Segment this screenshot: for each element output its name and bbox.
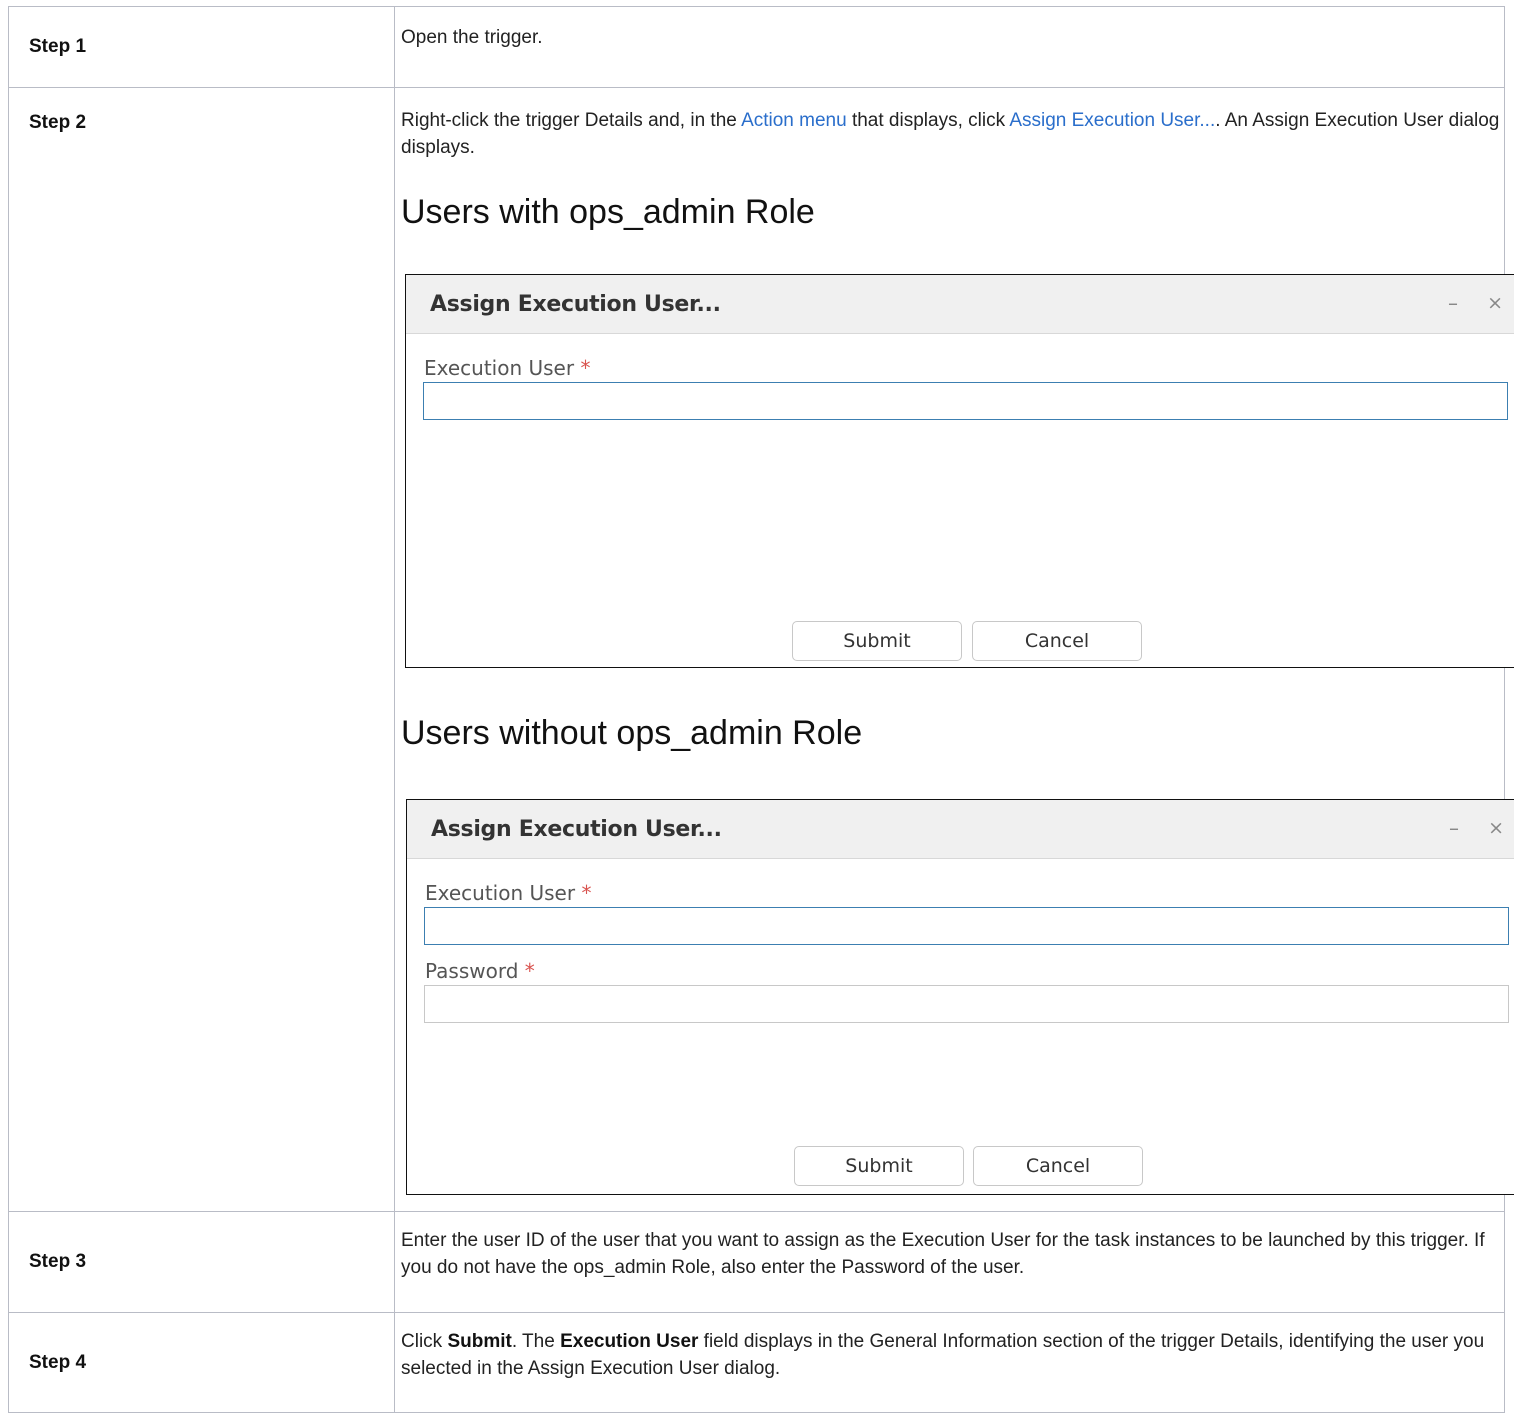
- execution-user-label: Execution User *: [424, 355, 590, 382]
- step-row-2: Step 2 Right-click the trigger Details a…: [8, 87, 1514, 1212]
- step-label-2: Step 2: [8, 87, 395, 1212]
- step-row-3: Step 3 Enter the user ID of the user tha…: [8, 1211, 1505, 1313]
- step-row-1: Step 1 Open the trigger.: [8, 6, 1505, 88]
- required-icon: *: [524, 959, 535, 983]
- execution-user-input[interactable]: [423, 382, 1508, 420]
- step-text-4-part: Click: [401, 1331, 448, 1352]
- step-text-4-part: . The: [511, 1331, 561, 1352]
- dialog-title: Assign Execution User...: [430, 292, 721, 317]
- heading-without-ops-admin: Users without ops_admin Role: [401, 714, 863, 752]
- submit-bold: Submit: [447, 1331, 512, 1352]
- submit-button[interactable]: Submit: [794, 1146, 964, 1186]
- password-label-text: Password: [425, 959, 519, 983]
- required-icon: *: [581, 881, 592, 905]
- execution-user-input[interactable]: [424, 907, 1509, 945]
- heading-with-ops-admin: Users with ops_admin Role: [401, 193, 815, 231]
- dialog-title: Assign Execution User...: [431, 817, 722, 842]
- password-label: Password *: [425, 958, 535, 985]
- assign-execution-user-dialog-admin: Assign Execution User... – × Execution U…: [405, 274, 1514, 668]
- close-icon[interactable]: ×: [1487, 290, 1503, 317]
- dialog-header: Assign Execution User... – ×: [406, 275, 1514, 334]
- action-menu-link[interactable]: Action menu: [741, 110, 847, 131]
- execution-user-label-text: Execution User: [425, 881, 576, 905]
- assign-execution-user-dialog-non-admin: Assign Execution User... – × Execution U…: [406, 799, 1514, 1195]
- step-text-4: Click Submit. The Execution User field d…: [394, 1312, 1505, 1413]
- password-input[interactable]: [424, 985, 1509, 1023]
- step-label-1: Step 1: [8, 6, 395, 88]
- step-text-2-part: Right-click the trigger Details and, in …: [401, 110, 742, 131]
- dialog-header: Assign Execution User... – ×: [407, 800, 1514, 859]
- step-text-2: Right-click the trigger Details and, in …: [401, 107, 1504, 161]
- step-row-4: Step 4 Click Submit. The Execution User …: [8, 1312, 1505, 1413]
- step-label-4: Step 4: [8, 1312, 395, 1413]
- cancel-button[interactable]: Cancel: [972, 621, 1142, 661]
- assign-execution-user-link[interactable]: Assign Execution User...: [1009, 110, 1215, 131]
- execution-user-bold: Execution User: [560, 1331, 699, 1352]
- step-label-3: Step 3: [8, 1211, 395, 1313]
- steps-table: Step 1 Open the trigger. Step 2 Right-cl…: [8, 6, 1514, 1413]
- execution-user-label: Execution User *: [425, 880, 591, 907]
- step-text-1: Open the trigger.: [394, 6, 1505, 88]
- step-text-2-part: that displays, click: [846, 110, 1010, 131]
- submit-button[interactable]: Submit: [792, 621, 962, 661]
- required-icon: *: [580, 356, 591, 380]
- step-content-2: Right-click the trigger Details and, in …: [394, 87, 1514, 1212]
- minimize-icon[interactable]: –: [1448, 290, 1458, 317]
- cancel-button[interactable]: Cancel: [973, 1146, 1143, 1186]
- minimize-icon[interactable]: –: [1449, 815, 1459, 842]
- close-icon[interactable]: ×: [1488, 815, 1504, 842]
- execution-user-label-text: Execution User: [424, 356, 575, 380]
- step-text-3: Enter the user ID of the user that you w…: [394, 1211, 1505, 1313]
